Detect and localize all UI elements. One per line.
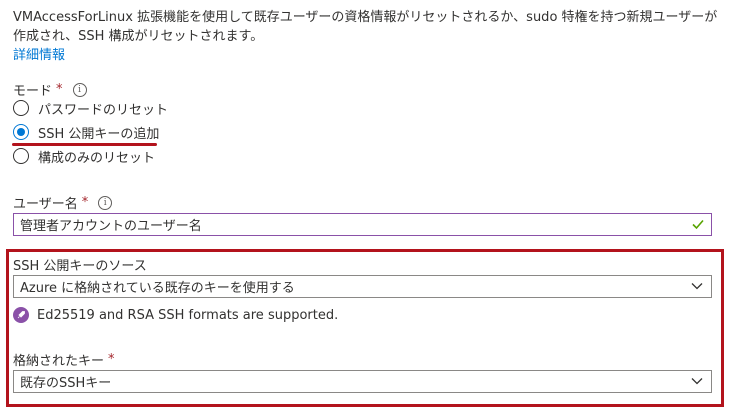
stored-key-label-row: 格納されたキー *	[13, 350, 115, 369]
ssh-format-info: Ed25519 and RSA SSH formats are supporte…	[13, 307, 338, 323]
username-label: ユーザー名	[13, 197, 78, 212]
stored-key-select[interactable]: 既存のSSHキー	[13, 370, 712, 393]
radio-label: 構成のみのリセット	[38, 150, 156, 166]
description-text: VMAccessForLinux 拡張機能を使用して既存ユーザーの資格情報がリセ…	[13, 10, 718, 44]
rocket-icon	[13, 307, 29, 323]
stored-key-required-mark: *	[108, 352, 115, 367]
description: VMAccessForLinux 拡張機能を使用して既存ユーザーの資格情報がリセ…	[13, 8, 723, 65]
radio-button[interactable]	[13, 100, 29, 116]
stored-key-label: 格納されたキー	[13, 354, 105, 369]
chevron-down-icon	[691, 283, 703, 290]
ssh-source-value: Azure に格納されている既存のキーを使用する	[20, 281, 295, 296]
mode-radio-group: パスワードのリセット SSH 公開キーの追加 構成のみのリセット	[13, 96, 168, 168]
radio-option-password-reset[interactable]: パスワードのリセット	[13, 96, 168, 120]
ssh-format-text: Ed25519 and RSA SSH formats are supporte…	[37, 307, 339, 323]
username-required-mark: *	[81, 195, 89, 210]
username-input[interactable]: 管理者アカウントのユーザー名	[13, 213, 712, 236]
info-icon[interactable]: i	[98, 195, 113, 210]
chevron-down-icon	[691, 378, 703, 385]
username-value: 管理者アカウントのユーザー名	[20, 219, 202, 234]
ssh-source-label: SSH 公開キーのソース	[13, 259, 147, 274]
radio-option-reset-config[interactable]: 構成のみのリセット	[13, 144, 168, 168]
check-icon	[692, 219, 704, 230]
info-icon[interactable]: i	[72, 82, 87, 97]
ssh-source-select[interactable]: Azure に格納されている既存のキーを使用する	[13, 275, 712, 298]
username-label-row: ユーザー名 * i	[13, 193, 113, 212]
radio-label: SSH 公開キーの追加	[38, 126, 160, 142]
radio-button[interactable]	[13, 148, 29, 164]
stored-key-value: 既存のSSHキー	[20, 376, 112, 391]
radio-button-checked[interactable]	[13, 124, 29, 140]
mode-required-mark: *	[56, 82, 63, 97]
annotation-underline	[12, 143, 157, 146]
radio-label: パスワードのリセット	[38, 102, 169, 118]
radio-option-add-ssh-key[interactable]: SSH 公開キーの追加	[13, 120, 168, 144]
learn-more-link[interactable]: 詳細情報	[13, 48, 65, 63]
